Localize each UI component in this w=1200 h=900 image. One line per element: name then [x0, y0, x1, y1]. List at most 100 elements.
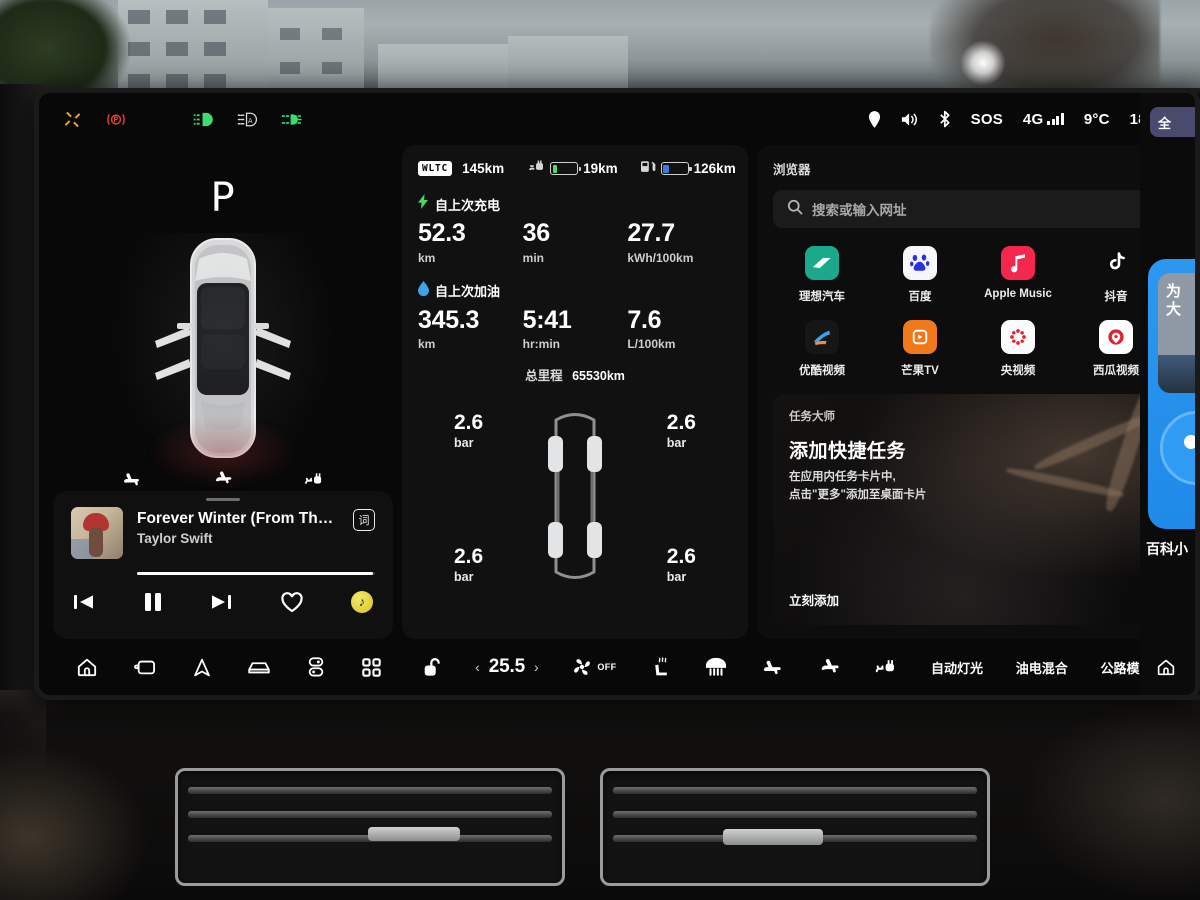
- fan-icon: [574, 659, 591, 675]
- app-shortcut-lixiang[interactable]: 理想汽车: [773, 246, 871, 304]
- temperature-value: 25.5: [488, 656, 525, 677]
- charge-port-icon[interactable]: [874, 658, 898, 676]
- front-fog-light-icon: [281, 109, 303, 129]
- sos-button[interactable]: SOS: [971, 111, 1003, 128]
- unlocked-padlock-icon[interactable]: [421, 656, 442, 678]
- temp-increase-button[interactable]: ›: [534, 659, 539, 675]
- media-list-icon[interactable]: [306, 656, 326, 678]
- infotainment-display: A SOS 4G 9°C P Forever Winter (From The …: [34, 88, 1200, 700]
- fuel-range-group: 126km: [640, 159, 736, 178]
- photo-scene: A SOS 4G 9°C P Forever Winter (From The …: [0, 0, 1200, 900]
- maintenance-wrench-icon: [61, 109, 83, 129]
- app-shortcut-apple-music[interactable]: Apple Music: [969, 246, 1067, 304]
- screen-content: A SOS 4G 9°C P Forever Winter (From The …: [39, 93, 1195, 695]
- app-shortcut-mangotv[interactable]: 芒果TV: [871, 320, 969, 378]
- browser-card[interactable]: 浏览器 搜索或输入网址 理想汽车 百度 Apple Music 抖音 优酷视频 …: [757, 145, 1181, 639]
- stat-unit: min: [522, 250, 545, 265]
- phone-call-icon[interactable]: [133, 657, 157, 677]
- music-player-widget[interactable]: Forever Winter (From The ... Taylor Swif…: [53, 491, 393, 639]
- auto-light-mode-button[interactable]: 自动灯光: [931, 658, 983, 677]
- app-shortcut-baidu[interactable]: 百度: [871, 246, 969, 304]
- energy-column: WLTC 145km 19km 126km 自上次充电 52.3 km 36 m…: [402, 145, 748, 639]
- app-label: Apple Music: [984, 288, 1052, 300]
- electric-range: 19km: [583, 161, 618, 176]
- temp-decrease-button[interactable]: ‹: [475, 659, 480, 675]
- seat-heating-icon[interactable]: [649, 656, 671, 679]
- lixiang-auto-icon: [805, 246, 839, 280]
- temperature-control[interactable]: ‹ 25.5 ›: [475, 656, 539, 678]
- energy-tyre-card[interactable]: WLTC 145km 19km 126km 自上次充电 52.3 km 36 m…: [402, 145, 748, 639]
- previous-track-icon[interactable]: [73, 592, 95, 612]
- tyre-unit: bar: [666, 570, 687, 584]
- mirror-heat-icon[interactable]: [761, 658, 785, 676]
- lyrics-button[interactable]: 词: [353, 509, 375, 531]
- car-top-view[interactable]: [108, 223, 338, 487]
- add-now-button[interactable]: 立刻添加: [789, 590, 839, 609]
- charge-bolt-icon: [418, 194, 429, 214]
- task-master-card[interactable]: 任务大师 添加快捷任务 在应用内任务卡片中, 点击"更多"添加至桌面卡片 立刻添…: [773, 394, 1165, 625]
- seat-heat-icon[interactable]: [121, 471, 143, 492]
- search-placeholder: 搜索或输入网址: [812, 203, 907, 218]
- tyre-pressure-display[interactable]: 2.6 bar 2.6 bar 2.6 bar 2.6 bar: [418, 398, 732, 594]
- electric-range-group: 19km: [528, 160, 618, 178]
- stat-value: 5:41: [522, 305, 572, 334]
- bluetooth-icon[interactable]: [939, 110, 951, 128]
- steering-wheel-heat-icon[interactable]: [818, 658, 842, 676]
- task-description-line-1: 在应用内任务卡片中,: [789, 471, 896, 483]
- app-label: 优酷视频: [799, 365, 845, 377]
- apps-grid-icon[interactable]: [361, 657, 382, 678]
- air-vent-right[interactable]: [600, 768, 990, 886]
- drag-handle[interactable]: [206, 498, 240, 501]
- rear-defrost-icon[interactable]: [704, 656, 728, 678]
- baidu-icon: [903, 246, 937, 280]
- ev-plug-icon: [528, 160, 545, 178]
- album-art[interactable]: [71, 507, 123, 559]
- app-shortcut-youku[interactable]: 优酷视频: [773, 320, 871, 378]
- fan-control[interactable]: OFF: [571, 656, 616, 678]
- tyre-unit: bar: [666, 436, 687, 450]
- charge-port-icon[interactable]: [303, 471, 325, 492]
- brake-warning-icon: [105, 109, 127, 129]
- hybrid-mode-button[interactable]: 油电混合: [1016, 658, 1068, 677]
- network-indicator: 4G: [1023, 111, 1064, 128]
- vehicle-quick-icons: [53, 471, 393, 492]
- tyre-value: 2.6: [454, 545, 484, 568]
- auto-high-beam-icon: A: [237, 109, 259, 129]
- since-charge-stats: 52.3 km 36 min 27.7 kWh/100km: [418, 219, 732, 265]
- gear-indicator: P: [210, 175, 236, 221]
- stat-item: 27.7 kWh/100km: [627, 219, 732, 264]
- track-title: Forever Winter (From The ...: [137, 510, 339, 527]
- navigation-icon[interactable]: [192, 657, 212, 678]
- edge-blue-card[interactable]: 为大: [1148, 259, 1195, 529]
- edge-top-chip[interactable]: 全: [1150, 107, 1195, 137]
- tyre-value: 2.6: [454, 411, 484, 434]
- stat-item: 7.6 L/100km: [627, 305, 732, 351]
- passenger-display-partial[interactable]: 全 为大 百科小: [1140, 88, 1200, 700]
- pause-icon[interactable]: [143, 591, 163, 613]
- home-icon[interactable]: [1156, 658, 1176, 681]
- search-input[interactable]: 搜索或输入网址: [773, 190, 1165, 228]
- fuel-range: 126km: [693, 161, 736, 176]
- app-shortcut-cctv-video[interactable]: 央视频: [969, 320, 1067, 378]
- dock-climate-controls: ‹ 25.5 › OFF 自动灯光 油电混合 公路模式: [399, 656, 1175, 679]
- vehicle-icon[interactable]: [247, 658, 271, 677]
- since-refuel-stats: 345.3 km 5:41 hr:min 7.6 L/100km: [418, 305, 732, 351]
- music-source-icon[interactable]: [351, 591, 373, 613]
- location-pin-icon[interactable]: [868, 110, 881, 128]
- playback-progress-bar[interactable]: [137, 572, 375, 575]
- xigua-video-icon: [1099, 320, 1133, 354]
- speaker-icon[interactable]: [901, 112, 919, 127]
- fuel-drop-icon: [418, 280, 429, 301]
- air-vent-left[interactable]: [175, 768, 565, 886]
- stat-value: 7.6: [627, 305, 662, 334]
- stat-value: 27.7: [627, 219, 675, 247]
- vehicle-status-card[interactable]: P: [53, 145, 393, 487]
- tyre-rear-right: 2.6 bar: [667, 546, 696, 584]
- steering-wheel-icon[interactable]: [212, 471, 234, 492]
- fuel-gauge: [660, 162, 692, 175]
- favorite-heart-icon[interactable]: [280, 591, 304, 613]
- home-icon[interactable]: [76, 657, 98, 677]
- tyre-unit: bar: [454, 436, 474, 450]
- main-panels: P Forever Winter (From The ... Taylor Sw…: [39, 145, 1195, 639]
- next-track-icon[interactable]: [210, 592, 232, 612]
